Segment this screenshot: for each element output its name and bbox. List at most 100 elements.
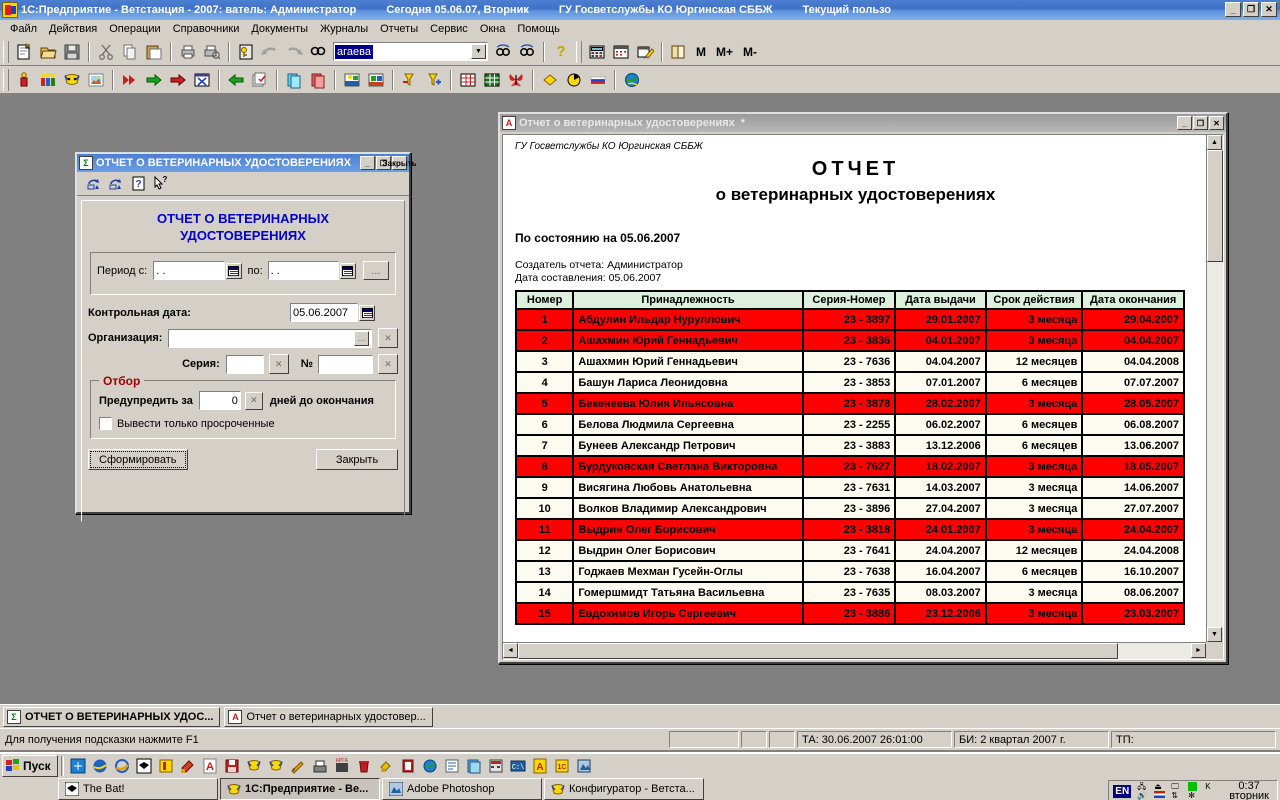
green-square-icon[interactable] — [1188, 782, 1203, 791]
group-people-icon[interactable] — [37, 69, 59, 91]
vertical-scroll-thumb[interactable] — [1207, 150, 1223, 262]
k-icon[interactable]: K — [1205, 782, 1220, 791]
menu-item-help[interactable]: Помощь — [511, 22, 566, 36]
organization-pick-button[interactable]: ... — [354, 330, 369, 346]
recycle-bin-icon[interactable] — [354, 756, 374, 776]
copy-icon[interactable] — [119, 41, 141, 63]
memory-add-button[interactable]: M+ — [711, 45, 738, 59]
table-row[interactable]: 3 Ашахмин Юрий Геннадьевич 23 - 7636 04.04.… — [514, 350, 1185, 373]
paste-icon[interactable] — [143, 41, 165, 63]
note-icon[interactable] — [442, 756, 462, 776]
series-field[interactable] — [225, 354, 264, 374]
volume-icon[interactable]: 🔊 — [1137, 791, 1152, 800]
help-question-icon[interactable]: ? — [550, 41, 572, 63]
resize-grip[interactable] — [1206, 642, 1223, 659]
menu-item-actions[interactable]: Действия — [43, 22, 103, 36]
chevron-down-icon[interactable]: ▼ — [471, 44, 486, 59]
report-vertical-scrollbar[interactable]: ▲ ▼ — [1206, 135, 1223, 642]
display-icon[interactable]: 🖵 — [1171, 782, 1186, 791]
1c-yellow-icon[interactable] — [156, 756, 176, 776]
table-row[interactable]: 11 Выдрин Олег Борисович 23 - 3818 24.01.20… — [514, 518, 1185, 541]
menu-item-file[interactable]: Файл — [4, 22, 43, 36]
horizontal-scroll-thumb[interactable] — [518, 643, 1118, 659]
krga-icon[interactable]: КРГА — [332, 756, 352, 776]
series-clear-button[interactable]: ✕ — [268, 354, 289, 374]
report-minimize-button[interactable]: _ — [1177, 116, 1192, 130]
toolbar-grip[interactable] — [3, 40, 9, 63]
taskbar-task-button[interactable]: 1С:Предприятие - Ве... — [220, 777, 380, 800]
dialog-minimize-button[interactable]: _ — [360, 156, 375, 170]
globe-icon[interactable] — [621, 69, 643, 91]
network-icon[interactable]: 🖧 — [1137, 782, 1152, 791]
flag-russia-icon[interactable] — [587, 69, 609, 91]
internet-explorer-icon[interactable] — [112, 756, 132, 776]
vertical-scroll-track[interactable] — [1207, 150, 1223, 627]
print-preview-icon[interactable] — [201, 41, 223, 63]
find-next-icon[interactable] — [492, 41, 514, 63]
menu-item-catalogs[interactable]: Справочники — [167, 22, 246, 36]
table-row[interactable]: 1 Абдулин Ильдар Нуруллович 23 - 3897 29.01… — [514, 308, 1185, 331]
table-row[interactable]: 14 Гомершмидт Татьяна Васильевна 23 - 7635… — [514, 581, 1185, 604]
calc-red-icon[interactable] — [486, 756, 506, 776]
print-report-copy-icon[interactable] — [106, 174, 126, 194]
filter-minus-icon[interactable] — [399, 69, 421, 91]
search-combo[interactable]: агаева ▼ — [333, 42, 488, 61]
overdue-only-checkbox[interactable] — [99, 417, 112, 430]
documents-icon[interactable] — [464, 756, 484, 776]
cut-icon[interactable] — [95, 41, 117, 63]
toolbar-grip[interactable] — [3, 68, 9, 91]
pencil-icon[interactable] — [288, 756, 308, 776]
period-from-field[interactable]: . . — [153, 261, 225, 280]
safely-remove-icon[interactable]: ⏏ — [1154, 782, 1169, 791]
help-icon[interactable]: ? — [128, 174, 148, 194]
scanner-icon[interactable] — [310, 756, 330, 776]
workshop-icon[interactable] — [365, 69, 387, 91]
taskbar-task-button[interactable]: Adobe Photoshop — [382, 777, 542, 800]
scroll-up-button[interactable]: ▲ — [1207, 135, 1222, 150]
ie-channel-icon[interactable] — [68, 756, 88, 776]
thebat-icon[interactable] — [134, 756, 154, 776]
table-grid-icon[interactable] — [457, 69, 479, 91]
scroll-down-button[interactable]: ▼ — [1207, 627, 1222, 642]
window-list-item-dialog[interactable]: Σ ОТЧЕТ О ВЕТЕРИНАРНЫХ УДОС... — [3, 706, 221, 727]
photoshop-icon[interactable] — [574, 756, 594, 776]
butterfly-icon[interactable] — [505, 69, 527, 91]
report-close-button[interactable]: ✕ — [1209, 116, 1224, 130]
green-arrow-icon[interactable] — [143, 69, 165, 91]
new-document-icon[interactable] — [13, 41, 35, 63]
language-indicator[interactable]: EN — [1113, 784, 1132, 798]
menu-item-operations[interactable]: Операции — [103, 22, 166, 36]
bug-icon[interactable]: ✻ — [1188, 791, 1203, 800]
menu-item-journals[interactable]: Журналы — [314, 22, 374, 36]
hourglass-cancel-icon[interactable] — [191, 69, 213, 91]
filter-plus-icon[interactable] — [423, 69, 445, 91]
table-row[interactable]: 10 Волков Владимир Александрович 23 - 3896… — [514, 497, 1185, 520]
toolbar-grip[interactable] — [576, 40, 582, 63]
warn-days-clear-button[interactable]: ✕ — [244, 391, 263, 410]
restore-button[interactable]: ❐ — [1243, 2, 1259, 17]
minimize-button[interactable]: _ — [1225, 2, 1241, 17]
table-row[interactable]: 5 Бекенеева Юлия Ильясовна 23 - 3878 28.02.… — [514, 392, 1185, 415]
start-button[interactable]: Пуск — [2, 754, 58, 777]
table-row[interactable]: 6 Белова Людмила Сергеевна 23 - 2255 06.02.… — [514, 413, 1185, 436]
find-prev-icon[interactable] — [516, 41, 538, 63]
print-icon[interactable] — [177, 41, 199, 63]
cmd-icon[interactable]: C:\ — [508, 756, 528, 776]
warn-days-field[interactable]: 0 — [198, 391, 241, 410]
table-row[interactable]: 9 Висягина Любовь Анатольевна 23 - 7631 14.… — [514, 476, 1185, 499]
table-row[interactable]: 12 Выдрин Олег Борисович 23 - 7641 24.04.20… — [514, 539, 1185, 562]
print-report-icon[interactable] — [84, 174, 104, 194]
memory-recall-button[interactable]: M — [691, 45, 711, 59]
acrobat-yellow-icon[interactable]: A — [530, 756, 550, 776]
updown-arrows-icon[interactable]: ⇅ — [1171, 791, 1186, 800]
control-date-field[interactable]: 05.06.2007 — [290, 303, 358, 322]
dialog-titlebar[interactable]: Σ ОТЧЕТ О ВЕТЕРИНАРНЫХ УДОСТОВЕРЕНИЯХ _ … — [77, 154, 417, 172]
red-arrow-icon[interactable] — [167, 69, 189, 91]
report-maximize-button[interactable]: ❐ — [1193, 116, 1208, 130]
pie-icon[interactable] — [563, 69, 585, 91]
netscape-icon[interactable] — [90, 756, 110, 776]
table-row[interactable]: 8 Бурдуковская Светлана Викторовна 23 - 76… — [514, 455, 1185, 478]
1c-v7-alt-icon[interactable] — [266, 756, 286, 776]
documents-check-icon[interactable] — [249, 69, 271, 91]
acrobat-icon[interactable]: A — [200, 756, 220, 776]
